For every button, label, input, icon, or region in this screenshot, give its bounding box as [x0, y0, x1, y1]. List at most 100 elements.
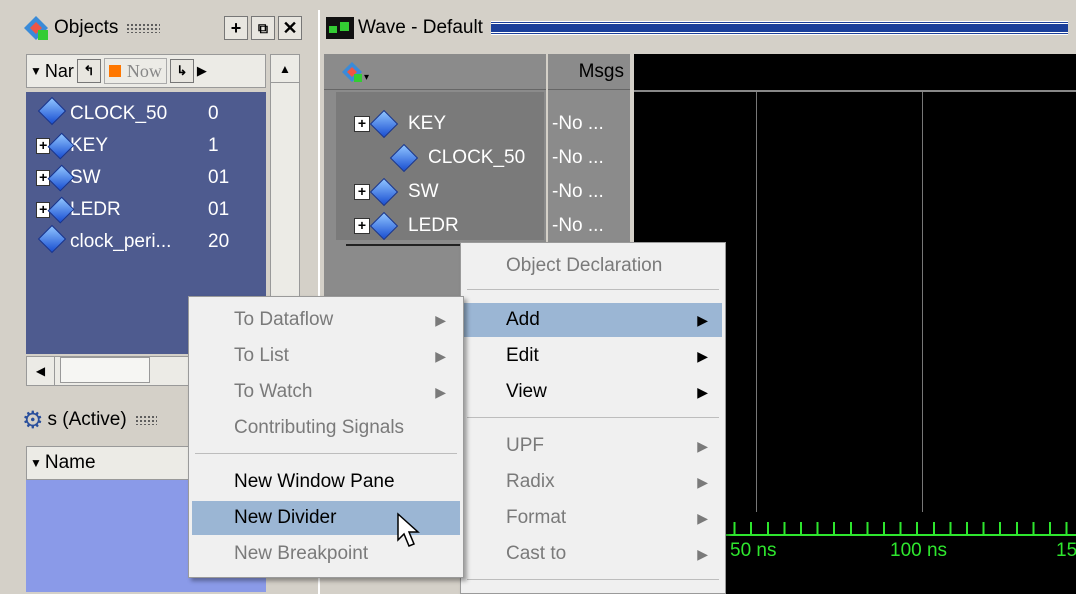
object-name: KEY [70, 135, 109, 156]
menu-item-edit[interactable]: Edit ▶ [464, 339, 722, 373]
menu-item-object-declaration[interactable]: Object Declaration [464, 249, 722, 283]
list-item[interactable]: + LEDR 01 [26, 194, 266, 226]
signal-icon [389, 143, 419, 173]
menu-item-label: New Divider [234, 507, 337, 528]
wave-signal-value: -No ... [552, 147, 604, 168]
menu-item-label: Object Declaration [506, 255, 663, 276]
expand-icon[interactable]: + [354, 184, 370, 200]
menu-item-label: Format [506, 507, 567, 528]
wave-icon [326, 17, 354, 39]
submenu-arrow-icon: ▶ [697, 545, 708, 562]
object-value: 0 [208, 103, 219, 124]
menu-item-format[interactable]: Format ▶ [464, 501, 722, 535]
submenu-arrow-icon: ▶ [697, 473, 708, 490]
svg-text:▾: ▾ [364, 72, 369, 83]
objects-titlebar: Objects + ⧉ ✕ [22, 10, 302, 46]
signal-icon [37, 96, 67, 126]
menu-item-label: Contributing Signals [234, 417, 405, 438]
scroll-up-icon[interactable]: ▲ [271, 55, 299, 83]
menu-item-label: New Breakpoint [234, 543, 369, 564]
menu-separator [195, 453, 457, 454]
wave-signal-name: LEDR [408, 215, 459, 236]
objects-grip[interactable] [126, 23, 161, 33]
expand-icon[interactable]: + [354, 116, 370, 132]
menu-item-cast-to[interactable]: Cast to ▶ [464, 537, 722, 571]
menu-item-to-list[interactable]: To List ▶ [192, 339, 460, 373]
scroll-thumb[interactable] [60, 357, 151, 383]
add-wave-icon[interactable]: ▾ [340, 60, 370, 84]
objects-title: Objects [54, 17, 119, 38]
objects-add-button[interactable]: + [224, 16, 248, 40]
submenu-arrow-icon: ▶ [697, 509, 708, 526]
list-item[interactable]: + KEY 1 [26, 130, 266, 162]
list-item[interactable]: + SW 01 [26, 162, 266, 194]
list-item[interactable]: clock_peri... 20 [26, 224, 266, 258]
wave-signal-row[interactable]: CLOCK_50 [389, 142, 525, 174]
menu-separator [467, 579, 719, 580]
submenu-arrow-icon: ▶ [435, 383, 446, 400]
menu-item-to-watch[interactable]: To Watch ▶ [192, 375, 460, 409]
wave-signal-row[interactable]: + LEDR [354, 210, 459, 242]
sort-arrow-icon[interactable]: ▼ [30, 456, 42, 470]
object-name: CLOCK_50 [70, 103, 168, 124]
gear-icon: ⚙ [22, 406, 44, 434]
name-column-header[interactable]: Nar [45, 61, 74, 82]
wave-signal-value: -No ... [552, 215, 604, 236]
step-forward-icon[interactable]: ↳ [169, 59, 194, 83]
menu-item-radix[interactable]: Radix ▶ [464, 465, 722, 499]
objects-undock-button[interactable]: ⧉ [251, 16, 275, 40]
context-menu: Object Declaration Add ▶ Edit ▶ View ▶ UPF ▶… [460, 242, 726, 594]
objects-column-header: ▼ Nar ↰ Now ↳ ▶ [26, 54, 266, 88]
now-button[interactable]: Now [103, 58, 167, 84]
wave-signal-name: SW [408, 181, 439, 202]
menu-item-add[interactable]: Add ▶ [464, 303, 722, 337]
wave-signal-row[interactable]: + KEY [354, 108, 446, 140]
objects-close-button[interactable]: ✕ [278, 16, 302, 40]
list-item[interactable]: CLOCK_50 0 [26, 96, 266, 130]
grid-line [756, 92, 757, 512]
wave-names-header[interactable]: ▾ [324, 54, 546, 90]
msgs-header[interactable]: Msgs [548, 54, 630, 90]
object-name: SW [70, 167, 101, 188]
menu-item-label: Edit [506, 345, 539, 366]
grid-line [922, 92, 923, 512]
more-arrow-icon[interactable]: ▶ [197, 63, 207, 79]
wave-header-strip [634, 90, 1076, 92]
expand-icon[interactable]: + [354, 218, 370, 234]
time-label: 50 ns [730, 540, 777, 561]
signal-icon [369, 109, 399, 139]
menu-item-contributing-signals[interactable]: Contributing Signals [192, 411, 460, 445]
submenu-arrow-icon: ▶ [697, 437, 708, 454]
step-back-icon[interactable]: ↰ [76, 59, 101, 83]
wave-signal-value: -No ... [552, 181, 604, 202]
signal-icon [37, 224, 67, 254]
add-submenu: To Dataflow ▶ To List ▶ To Watch ▶ Contribu… [188, 296, 464, 578]
menu-separator [467, 417, 719, 418]
menu-item-label: To Dataflow [234, 309, 334, 330]
name-column-header[interactable]: Name [45, 452, 96, 474]
menu-item-view[interactable]: View ▶ [464, 375, 722, 409]
sort-arrow-icon[interactable]: ▼ [30, 64, 42, 78]
signal-icon [369, 177, 399, 207]
wave-signal-row[interactable]: + SW [354, 176, 439, 208]
object-name: clock_peri... [70, 231, 172, 252]
submenu-arrow-icon: ▶ [435, 311, 446, 328]
object-value: 1 [208, 135, 219, 156]
submenu-arrow-icon: ▶ [435, 347, 446, 364]
scroll-left-icon[interactable]: ◀ [27, 357, 55, 385]
submenu-arrow-icon: ▶ [697, 383, 708, 400]
wave-titlebar: Wave - Default [318, 10, 1076, 46]
object-name: LEDR [70, 199, 121, 220]
menu-item-label: Add [506, 309, 540, 330]
menu-item-upf[interactable]: UPF ▶ [464, 429, 722, 463]
wave-title-grip[interactable] [490, 21, 1068, 35]
submenu-arrow-icon: ▶ [697, 311, 708, 328]
mouse-cursor-icon [397, 512, 420, 547]
time-label: 15 [1056, 540, 1076, 561]
menu-item-label: View [506, 381, 547, 402]
menu-item-new-window-pane[interactable]: New Window Pane [192, 465, 460, 499]
wave-title: Wave - Default [358, 17, 483, 38]
time-label: 100 ns [890, 540, 948, 561]
menu-item-to-dataflow[interactable]: To Dataflow ▶ [192, 303, 460, 337]
processes-grip[interactable] [134, 415, 157, 425]
